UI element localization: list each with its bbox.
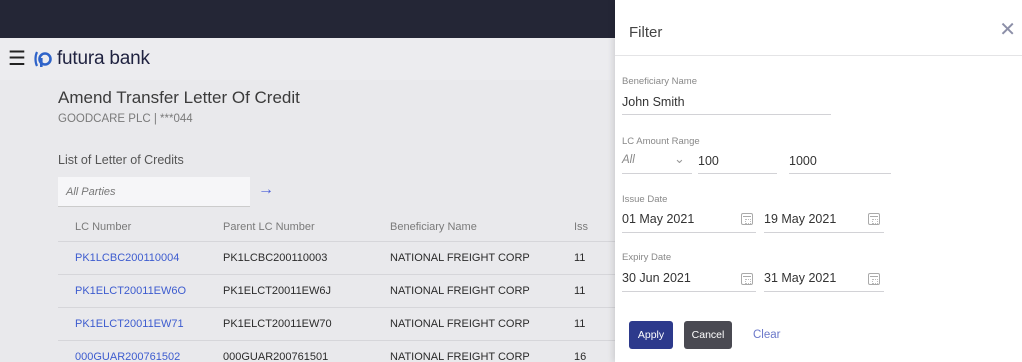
- expiry-from-underline: [622, 291, 756, 292]
- amount-from-underline: [698, 173, 777, 174]
- page-subtitle: GOODCARE PLC | ***044: [58, 113, 193, 125]
- close-icon[interactable]: ✕: [999, 20, 1016, 40]
- expiry-to-underline: [764, 291, 884, 292]
- main-content: Amend Transfer Letter Of Credit GOODCARE…: [0, 80, 615, 362]
- table-row[interactable]: 000GUAR200761502 000GUAR200761501 NATION…: [58, 341, 615, 362]
- beneficiary-name: NATIONAL FREIGHT CORP: [390, 318, 530, 330]
- clear-button[interactable]: Clear: [753, 329, 780, 341]
- menu-icon[interactable]: ☰: [8, 49, 26, 69]
- calendar-icon[interactable]: [868, 273, 880, 285]
- bank-name: futura bank: [56, 48, 150, 69]
- currency-underline: [622, 173, 692, 174]
- issue-date-from[interactable]: 01 May 2021: [622, 212, 694, 226]
- filter-title: Filter: [629, 24, 663, 41]
- table-row[interactable]: PK1LCBC200110004 PK1LCBC200110003 NATION…: [58, 242, 615, 275]
- lc-number-link[interactable]: 000GUAR200761502: [58, 351, 223, 362]
- expiry-date-to[interactable]: 31 May 2021: [764, 271, 836, 285]
- party-select[interactable]: All Parties: [58, 177, 250, 207]
- bank-logo-icon: [34, 51, 52, 67]
- issue-date: 16: [574, 351, 587, 362]
- lc-number-link[interactable]: PK1ELCT20011EW6O: [58, 285, 223, 297]
- issue-date: 11: [574, 285, 586, 297]
- column-header-beneficiary: Beneficiary Name: [390, 220, 477, 233]
- lc-table: LC Number Parent LC Number Beneficiary N…: [58, 212, 615, 362]
- parent-lc-number: PK1LCBC200110003: [223, 252, 328, 264]
- beneficiary-underline: [622, 114, 831, 115]
- amount-from-input[interactable]: 100: [698, 154, 719, 168]
- arrow-right-icon[interactable]: →: [258, 181, 274, 199]
- lc-number-link[interactable]: PK1ELCT20011EW71: [58, 318, 223, 330]
- amount-to-input[interactable]: 1000: [789, 154, 817, 168]
- filter-header: Filter ✕: [615, 0, 1022, 56]
- issue-date: 11: [574, 318, 586, 330]
- currency-select[interactable]: All: [622, 154, 635, 166]
- apply-button[interactable]: Apply: [629, 321, 673, 349]
- issue-date: 11: [574, 252, 586, 264]
- beneficiary-name: NATIONAL FREIGHT CORP: [390, 252, 530, 264]
- table-row[interactable]: PK1ELCT20011EW6O PK1ELCT20011EW6J NATION…: [58, 275, 615, 308]
- table-header: LC Number Parent LC Number Beneficiary N…: [58, 212, 615, 242]
- lc-number-link[interactable]: PK1LCBC200110004: [58, 252, 223, 264]
- issue-to-underline: [764, 232, 884, 233]
- chevron-down-icon[interactable]: ⌄: [674, 151, 685, 167]
- list-title: List of Letter of Credits: [58, 153, 184, 167]
- issue-date-label: Issue Date: [622, 194, 668, 205]
- cancel-button[interactable]: Cancel: [684, 321, 732, 349]
- calendar-icon[interactable]: [741, 273, 753, 285]
- filter-panel: Filter ✕ Beneficiary Name John Smith LC …: [615, 0, 1022, 362]
- bank-header: ☰ futura bank: [0, 38, 615, 80]
- parent-lc-number: 000GUAR200761501: [223, 351, 329, 362]
- beneficiary-input[interactable]: John Smith: [622, 95, 685, 109]
- table-row[interactable]: PK1ELCT20011EW71 PK1ELCT20011EW70 NATION…: [58, 308, 615, 341]
- column-header-issue: Iss: [574, 220, 589, 233]
- column-header-lc-number: LC Number: [75, 220, 132, 233]
- page-title: Amend Transfer Letter Of Credit: [58, 88, 300, 107]
- parent-lc-number: PK1ELCT20011EW6J: [223, 285, 332, 297]
- parent-lc-number: PK1ELCT20011EW70: [223, 318, 332, 330]
- amount-range-label: LC Amount Range: [622, 136, 700, 147]
- amount-to-underline: [789, 173, 891, 174]
- calendar-icon[interactable]: [741, 213, 753, 225]
- beneficiary-label: Beneficiary Name: [622, 76, 697, 87]
- calendar-icon[interactable]: [868, 213, 880, 225]
- expiry-date-from[interactable]: 30 Jun 2021: [622, 271, 691, 285]
- beneficiary-name: NATIONAL FREIGHT CORP: [390, 351, 530, 362]
- issue-from-underline: [622, 232, 756, 233]
- column-header-parent-lc: Parent LC Number: [223, 220, 315, 233]
- issue-date-to[interactable]: 19 May 2021: [764, 212, 836, 226]
- expiry-date-label: Expiry Date: [622, 252, 672, 263]
- beneficiary-name: NATIONAL FREIGHT CORP: [390, 285, 530, 297]
